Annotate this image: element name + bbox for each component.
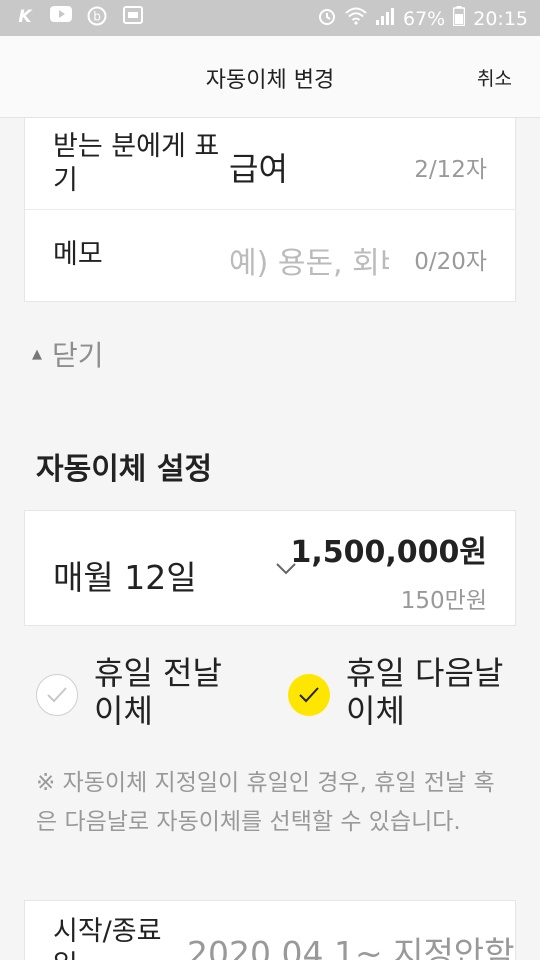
page-title: 자동이체 변경: [205, 68, 335, 93]
schedule-select[interactable]: 매월 12일: [53, 551, 197, 599]
cancel-button[interactable]: 취소: [477, 64, 512, 91]
collapse-label: 닫기: [52, 339, 104, 372]
memo-label: 메모: [53, 239, 103, 270]
image-icon: [122, 6, 144, 28]
status-bar-notifications: K b: [14, 6, 144, 28]
holiday-before-label: 휴일 전날 이체: [94, 654, 222, 730]
memo-row[interactable]: 메모 예) 용돈, 회비 0/20자: [25, 210, 515, 302]
app-header: 자동이체 변경 취소: [0, 36, 540, 118]
k-app-icon: K: [18, 7, 32, 27]
auto-transfer-section-title: 자동이체 설정: [36, 452, 213, 487]
period-value[interactable]: 2020.04.1~ 지정안함: [187, 927, 515, 960]
recipient-info-card: 받는 분에게 표기 급여 2/12자 메모 예) 용돈, 회비 0/20자: [24, 118, 516, 302]
status-bar: K b 67% 20:15: [0, 0, 540, 36]
caret-up-icon: ▲: [32, 346, 42, 362]
display-name-counter: 2/12자: [414, 157, 487, 183]
battery-icon: [452, 6, 466, 31]
display-name-row[interactable]: 받는 분에게 표기 급여 2/12자: [25, 118, 515, 210]
holiday-notice: ※ 자동이체 지정일이 휴일인 경우, 휴일 전날 혹은 다음날로 자동이체를 …: [36, 770, 495, 835]
holiday-after-label: 휴일 다음날 이체: [346, 654, 504, 730]
youtube-icon: [50, 6, 72, 28]
display-name-label: 받는 분에게 표기: [53, 131, 220, 196]
collapse-toggle[interactable]: ▲ 닫기: [32, 334, 104, 374]
clock: 20:15: [473, 7, 528, 30]
holiday-after-option[interactable]: 휴일 다음날 이체: [288, 654, 516, 730]
memo-counter: 0/20자: [414, 249, 487, 275]
transfer-amount-korean: 150만원: [400, 588, 487, 614]
b-app-icon: b: [86, 6, 108, 28]
alarm-icon: [317, 6, 337, 31]
memo-input[interactable]: 예) 용돈, 회비: [229, 238, 389, 282]
svg-text:b: b: [93, 10, 101, 24]
transfer-amount[interactable]: 1,500,000원: [290, 527, 487, 571]
signal-icon: [375, 7, 395, 30]
checked-radio-icon[interactable]: [288, 674, 330, 716]
battery-percent: 67%: [403, 7, 446, 30]
display-name-input[interactable]: 급여: [229, 144, 288, 190]
holiday-before-option[interactable]: 휴일 전날 이체: [36, 654, 234, 730]
unchecked-radio-icon[interactable]: [36, 674, 78, 716]
period-label: 시작/종료일: [53, 916, 162, 960]
period-card[interactable]: 시작/종료일 2020.04.1~ 지정안함: [24, 900, 516, 960]
wifi-icon: [345, 7, 367, 30]
status-bar-system: 67% 20:15: [317, 6, 528, 31]
schedule-amount-card: 매월 12일 1,500,000원 150만원: [24, 510, 516, 626]
